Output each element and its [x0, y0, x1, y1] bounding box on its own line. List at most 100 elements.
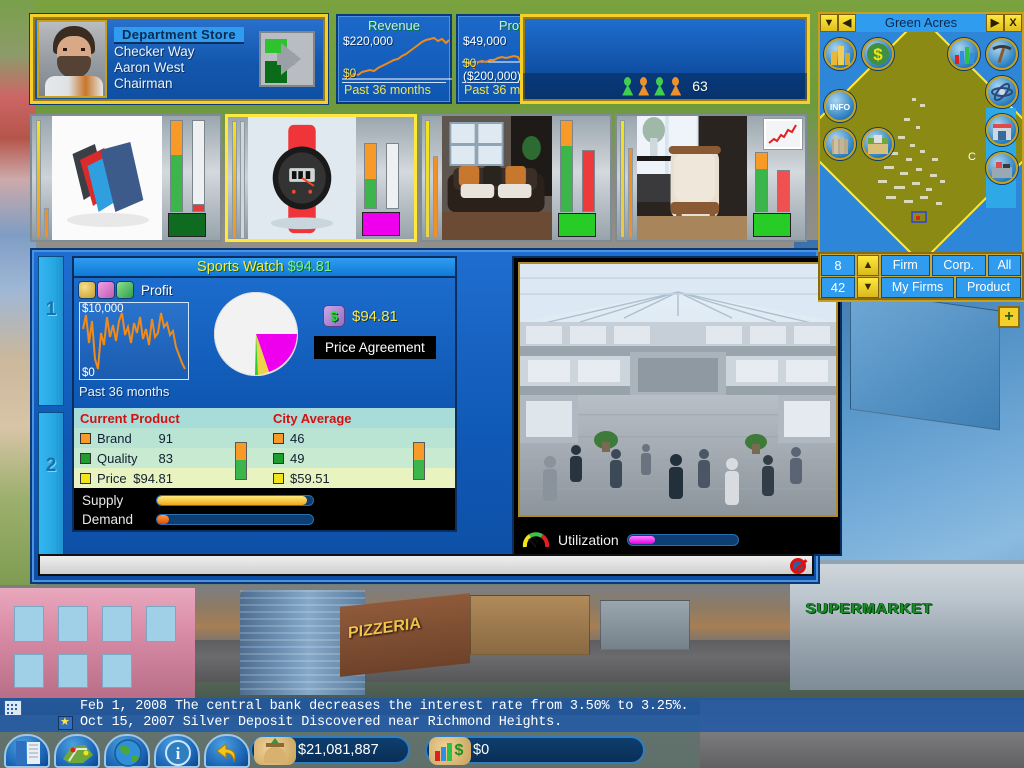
map-up-arrow-button[interactable]: ▲ — [857, 255, 879, 276]
table-row-quality: Quality 83 49 — [74, 441, 455, 480]
person-icon-green — [654, 76, 666, 96]
exit-door-icon[interactable] — [4, 734, 50, 768]
quality-city-swatch — [273, 452, 284, 464]
product-thumbnail-strip — [30, 114, 810, 242]
cash-value: $21,081,887 — [298, 742, 379, 758]
executive-portrait — [37, 20, 107, 98]
person-icon-orange — [670, 76, 682, 96]
cash-display[interactable]: $21,081,887 — [250, 736, 410, 765]
product-price-row: $94.81 — [324, 306, 398, 326]
city-buildings-icon[interactable] — [824, 38, 856, 70]
revenue-panel[interactable]: Revenue $220,000 $0 Past 36 months — [336, 14, 452, 104]
horizontal-scrollbar[interactable] — [38, 554, 814, 576]
warehouse-icon[interactable] — [986, 152, 1018, 184]
supply-bar — [156, 495, 314, 506]
quality-current-value: 83 — [158, 450, 173, 466]
price-agreement-button[interactable]: Price Agreement — [314, 336, 436, 359]
product-detail-window: 1 2 Sports Watch $94.81 Profit $10,000 $… — [30, 248, 842, 584]
info-icon[interactable] — [824, 90, 856, 122]
price-city-swatch — [273, 472, 284, 484]
chair-trend-chart-icon[interactable] — [764, 119, 802, 149]
factory-icon[interactable] — [824, 128, 856, 160]
socks-swatch — [168, 213, 206, 237]
product-chart-icons: Profit — [79, 282, 173, 298]
demand-bar — [156, 514, 314, 525]
socks-indicators — [162, 116, 220, 240]
map-prev-button[interactable]: ◀ — [838, 14, 856, 32]
product-chart-area: Profit $10,000 $0 Past 36 months $ $94.8… — [72, 278, 457, 408]
revenue-zero-label: $0 — [343, 66, 357, 80]
sofa-indicators — [552, 116, 610, 240]
science-atom-icon[interactable] — [986, 76, 1018, 108]
utilization-bar — [626, 534, 739, 546]
header-current-product: Current Product — [80, 410, 180, 426]
executive-card[interactable]: Department Store Checker Way Aaron West … — [30, 14, 328, 104]
farm-land-icon[interactable] — [862, 128, 894, 160]
firm-button[interactable]: Firm — [881, 255, 930, 276]
map-next-button[interactable]: ▶ — [986, 14, 1004, 32]
quality-label: Quality — [97, 450, 138, 466]
svg-text:C: C — [968, 151, 976, 163]
no-entry-icon[interactable] — [790, 558, 806, 574]
product-profit-sparkline: $10,000 $0 — [79, 302, 189, 380]
profit-zero-label: $0 — [463, 56, 477, 70]
utilization-row: Utilization — [522, 532, 739, 548]
map-value-top: 8 — [821, 255, 855, 276]
brand-current-value: 91 — [158, 430, 173, 446]
product-info-panel: Sports Watch $94.81 Profit $10,000 $0 Pa… — [72, 256, 457, 556]
background-pink-building — [0, 588, 195, 698]
market-share-pie-svg — [215, 293, 297, 376]
boxes-inventory-icon[interactable] — [117, 282, 133, 298]
map-down-arrow-button[interactable]: ▼ — [857, 277, 879, 298]
thumbnail-chair[interactable] — [615, 114, 807, 242]
money-bag-icon[interactable]: $ — [862, 38, 894, 70]
product-chart-zero-label: $0 — [82, 367, 95, 379]
vertical-tab-1[interactable]: 1 — [38, 256, 64, 406]
star-icon: ★ — [60, 716, 70, 728]
person-name-label: Aaron West — [114, 60, 185, 75]
calendar-icon[interactable] — [4, 700, 22, 716]
price-current-value: $94.81 — [133, 470, 173, 486]
bar-chart-icon[interactable] — [948, 38, 980, 70]
thumbnail-sports-watch[interactable] — [225, 114, 417, 242]
retail-store-icon[interactable] — [986, 114, 1018, 146]
demand-row: Demand — [82, 510, 455, 529]
market-share-pie-chart — [214, 292, 298, 376]
revenue-title: Revenue — [367, 18, 421, 33]
sports-watch-swatch — [362, 212, 400, 236]
coin-icon[interactable] — [79, 282, 95, 298]
profit-min-label: ($200,000) — [463, 69, 522, 83]
supply-bar-fill — [157, 496, 307, 505]
employee-panel[interactable]: 63 — [520, 14, 810, 104]
map-close-button[interactable]: X — [1004, 14, 1022, 32]
thumb-left-indicators — [228, 117, 248, 239]
corp-button[interactable]: Corp. — [931, 255, 986, 276]
all-cities-button[interactable]: All Cities — [987, 255, 1022, 291]
chart-magic-icon[interactable] — [98, 282, 114, 298]
info-icon[interactable]: i — [154, 734, 200, 768]
background-supermarket — [790, 560, 1024, 690]
map-control-bar: 8 ▲ Firm Corp. All Cities 42 ▼ My Firms … — [818, 252, 1024, 300]
map-dropdown-button[interactable]: ▼ — [820, 14, 838, 32]
thumb-left-indicators — [617, 116, 637, 240]
my-firms-button[interactable]: My Firms — [881, 277, 955, 298]
thumbnail-sofa[interactable] — [420, 114, 612, 242]
globe-icon[interactable] — [104, 734, 150, 768]
thumbnail-socks[interactable] — [30, 114, 222, 242]
map-icon[interactable] — [54, 734, 100, 768]
undo-arrow-icon[interactable] — [204, 734, 250, 768]
shopping-mall-interior-image[interactable] — [518, 262, 838, 517]
pickaxe-mining-icon[interactable] — [986, 38, 1018, 70]
employee-count: 63 — [692, 78, 708, 94]
stock-display[interactable]: $ $0 — [425, 736, 645, 765]
table-header-row: Current Product City Average — [74, 408, 455, 428]
employee-row: 63 — [523, 73, 807, 99]
news-line-1: Feb 1, 2008 The central bank decreases t… — [80, 699, 689, 714]
vertical-tab-2[interactable]: 2 — [38, 412, 64, 562]
add-building-badge[interactable]: + — [998, 306, 1020, 328]
company-logo-green-arrow-icon[interactable] — [259, 31, 315, 87]
cash-bag-icon — [254, 737, 296, 765]
role-label: Chairman — [114, 76, 173, 91]
product-button[interactable]: Product — [956, 277, 1021, 298]
map-control-row-top: 8 ▲ Firm Corp. All Cities — [821, 255, 1022, 291]
